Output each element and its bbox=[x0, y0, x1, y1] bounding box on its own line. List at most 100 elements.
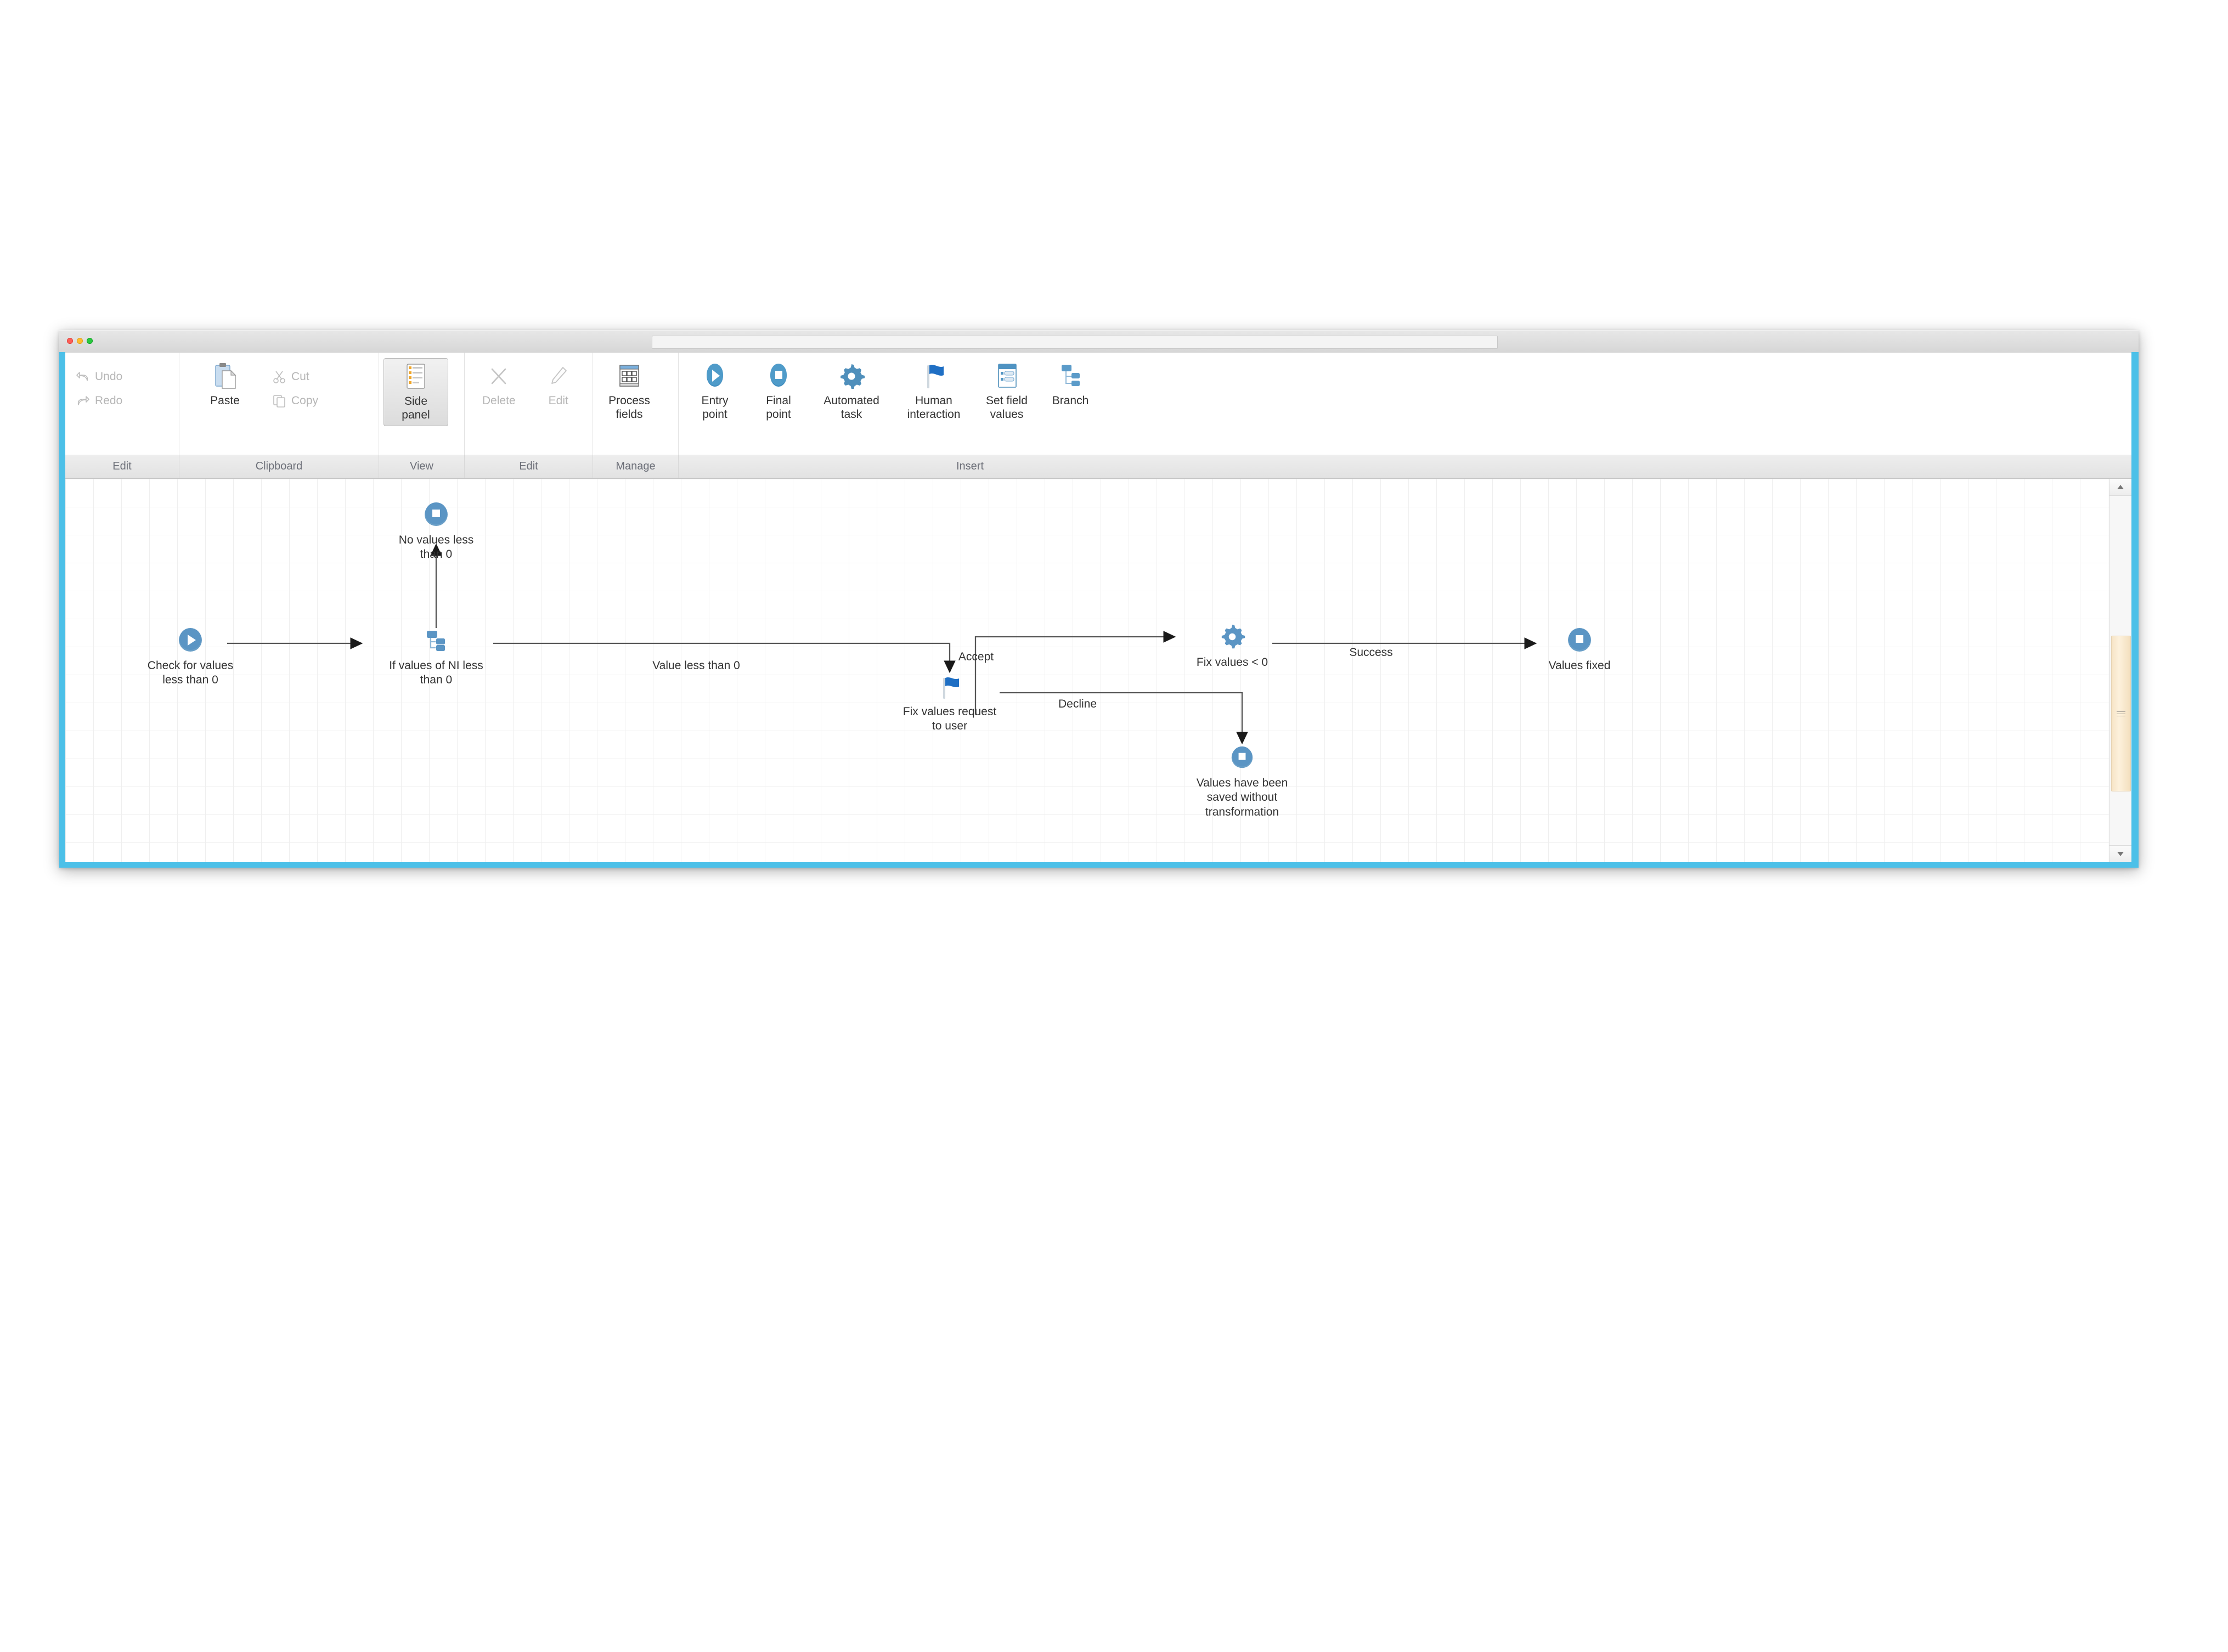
titlebar-field[interactable] bbox=[652, 336, 1498, 349]
ribbon-group-manage: Process fields bbox=[593, 353, 679, 455]
window-edge-bottom bbox=[59, 862, 2139, 868]
ribbon-group-edit-undo: Undo Redo bbox=[65, 353, 179, 455]
entry-point-icon bbox=[177, 626, 204, 654]
final-point-button[interactable]: Final point bbox=[747, 358, 810, 425]
redo-label: Redo bbox=[95, 394, 123, 407]
caption-edit-undo: Edit bbox=[65, 455, 179, 478]
node-values-fixed[interactable]: Values fixed bbox=[1508, 626, 1651, 673]
automated-task-button[interactable]: Automated task bbox=[810, 358, 893, 425]
node-label: Values fixed bbox=[1548, 659, 1611, 672]
undo-button[interactable]: Undo bbox=[70, 365, 128, 389]
node-label: Fix values < 0 bbox=[1196, 656, 1268, 669]
delete-icon bbox=[483, 361, 514, 391]
app-window: Undo Redo Paste Cut Copy Side panel Dele… bbox=[59, 330, 2139, 868]
human-interaction-icon bbox=[918, 361, 949, 391]
ribbon-group-edit-items: Delete Edit bbox=[465, 353, 593, 455]
final-point-icon bbox=[1230, 743, 1254, 772]
node-label: Values have been saved without transform… bbox=[1196, 777, 1288, 818]
ribbon-group-insert: Entry point Final point Automated task H… bbox=[679, 353, 1261, 455]
cut-icon bbox=[272, 370, 287, 384]
paste-label: Paste bbox=[210, 394, 240, 407]
edge-label-decline: Decline bbox=[1058, 698, 1097, 710]
ribbon-toolbar: Undo Redo Paste Cut Copy Side panel Dele… bbox=[65, 353, 2131, 455]
node-fix-values-request-to-user[interactable]: Fix values request to user bbox=[878, 672, 1021, 734]
side-panel-icon bbox=[401, 362, 431, 392]
node-label: If values of NI less than 0 bbox=[389, 659, 483, 687]
node-if-values-of-ni-less-than-0[interactable]: If values of NI less than 0 bbox=[365, 626, 507, 688]
scrollbar-thumb[interactable] bbox=[2111, 636, 2131, 791]
side-panel-button[interactable]: Side panel bbox=[383, 358, 448, 426]
final-point-icon bbox=[1566, 626, 1593, 654]
process-fields-button[interactable]: Process fields bbox=[597, 358, 661, 425]
side-panel-label: Side panel bbox=[402, 395, 430, 421]
edge-label-success: Success bbox=[1349, 646, 1393, 659]
caption-manage: Manage bbox=[593, 455, 679, 478]
cut-label: Cut bbox=[291, 370, 309, 383]
zoom-window-button[interactable] bbox=[87, 338, 93, 344]
screen: Undo Redo Paste Cut Copy Side panel Dele… bbox=[0, 0, 2228, 1652]
scrollbar-grip-icon bbox=[2117, 710, 2125, 718]
paste-button[interactable]: Paste bbox=[184, 358, 266, 411]
copy-label: Copy bbox=[291, 394, 319, 407]
undo-icon bbox=[75, 370, 91, 384]
ribbon-group-clipboard: Paste Cut Copy bbox=[179, 353, 379, 455]
redo-icon bbox=[75, 394, 91, 408]
automated-task-label: Automated task bbox=[823, 394, 879, 421]
edit-label: Edit bbox=[548, 394, 568, 407]
node-check-for-values[interactable]: Check for values less than 0 bbox=[119, 626, 262, 688]
traffic-lights bbox=[67, 338, 93, 344]
process-fields-icon bbox=[614, 361, 645, 391]
cut-button[interactable]: Cut bbox=[266, 365, 324, 389]
edge-label-value-less-than-0: Value less than 0 bbox=[652, 659, 740, 672]
delete-label: Delete bbox=[482, 394, 516, 407]
chevron-down-icon bbox=[2117, 852, 2124, 856]
copy-button[interactable]: Copy bbox=[266, 389, 324, 413]
node-values-saved-without-transformation[interactable]: Values have been saved without transform… bbox=[1171, 743, 1313, 819]
delete-button[interactable]: Delete bbox=[469, 358, 529, 411]
branch-icon bbox=[423, 626, 449, 654]
branch-icon bbox=[1055, 361, 1086, 391]
diagram-canvas[interactable]: Check for values less than 0 No values l… bbox=[65, 479, 2131, 862]
minimize-window-button[interactable] bbox=[77, 338, 83, 344]
paste-icon bbox=[210, 361, 240, 391]
canvas-vertical-scrollbar[interactable] bbox=[2109, 479, 2131, 862]
redo-button[interactable]: Redo bbox=[70, 389, 128, 413]
scroll-up-button[interactable] bbox=[2109, 479, 2131, 496]
ribbon-group-captions: Edit Clipboard View Edit Manage Insert bbox=[65, 455, 2131, 479]
node-label: Fix values request to user bbox=[903, 705, 997, 733]
caption-insert: Insert bbox=[956, 460, 984, 472]
window-titlebar bbox=[59, 330, 2139, 353]
chevron-up-icon bbox=[2117, 485, 2124, 489]
copy-icon bbox=[272, 394, 287, 408]
automated-task-icon bbox=[1218, 623, 1246, 651]
human-interaction-icon bbox=[936, 672, 963, 700]
edit-button[interactable]: Edit bbox=[529, 358, 589, 411]
close-window-button[interactable] bbox=[67, 338, 73, 344]
node-label: No values less than 0 bbox=[398, 534, 474, 561]
final-point-icon bbox=[763, 361, 794, 391]
set-field-values-icon bbox=[991, 361, 1022, 391]
automated-task-icon bbox=[836, 361, 867, 391]
entry-point-label: Entry point bbox=[701, 394, 729, 421]
process-fields-label: Process fields bbox=[608, 394, 650, 421]
caption-clipboard: Clipboard bbox=[179, 455, 379, 478]
window-edge-right bbox=[2131, 352, 2139, 868]
node-fix-values-lt-0[interactable]: Fix values < 0 bbox=[1161, 623, 1304, 670]
branch-label: Branch bbox=[1052, 394, 1089, 407]
ribbon-group-view: Side panel bbox=[379, 353, 465, 455]
node-no-values-less-than-0[interactable]: No values less than 0 bbox=[365, 500, 507, 562]
entry-point-icon bbox=[700, 361, 730, 391]
window-edge-left bbox=[59, 352, 65, 868]
edit-pencil-icon bbox=[543, 361, 574, 391]
scroll-down-button[interactable] bbox=[2109, 845, 2131, 862]
branch-button[interactable]: Branch bbox=[1039, 358, 1102, 411]
final-point-label: Final point bbox=[766, 394, 791, 421]
final-point-icon bbox=[423, 500, 449, 529]
node-label: Check for values less than 0 bbox=[147, 659, 234, 687]
set-field-values-label: Set field values bbox=[986, 394, 1028, 421]
entry-point-button[interactable]: Entry point bbox=[683, 358, 747, 425]
edge-label-accept: Accept bbox=[958, 650, 994, 663]
set-field-values-button[interactable]: Set field values bbox=[975, 358, 1039, 425]
human-interaction-label: Human interaction bbox=[907, 394, 961, 421]
human-interaction-button[interactable]: Human interaction bbox=[893, 358, 975, 425]
